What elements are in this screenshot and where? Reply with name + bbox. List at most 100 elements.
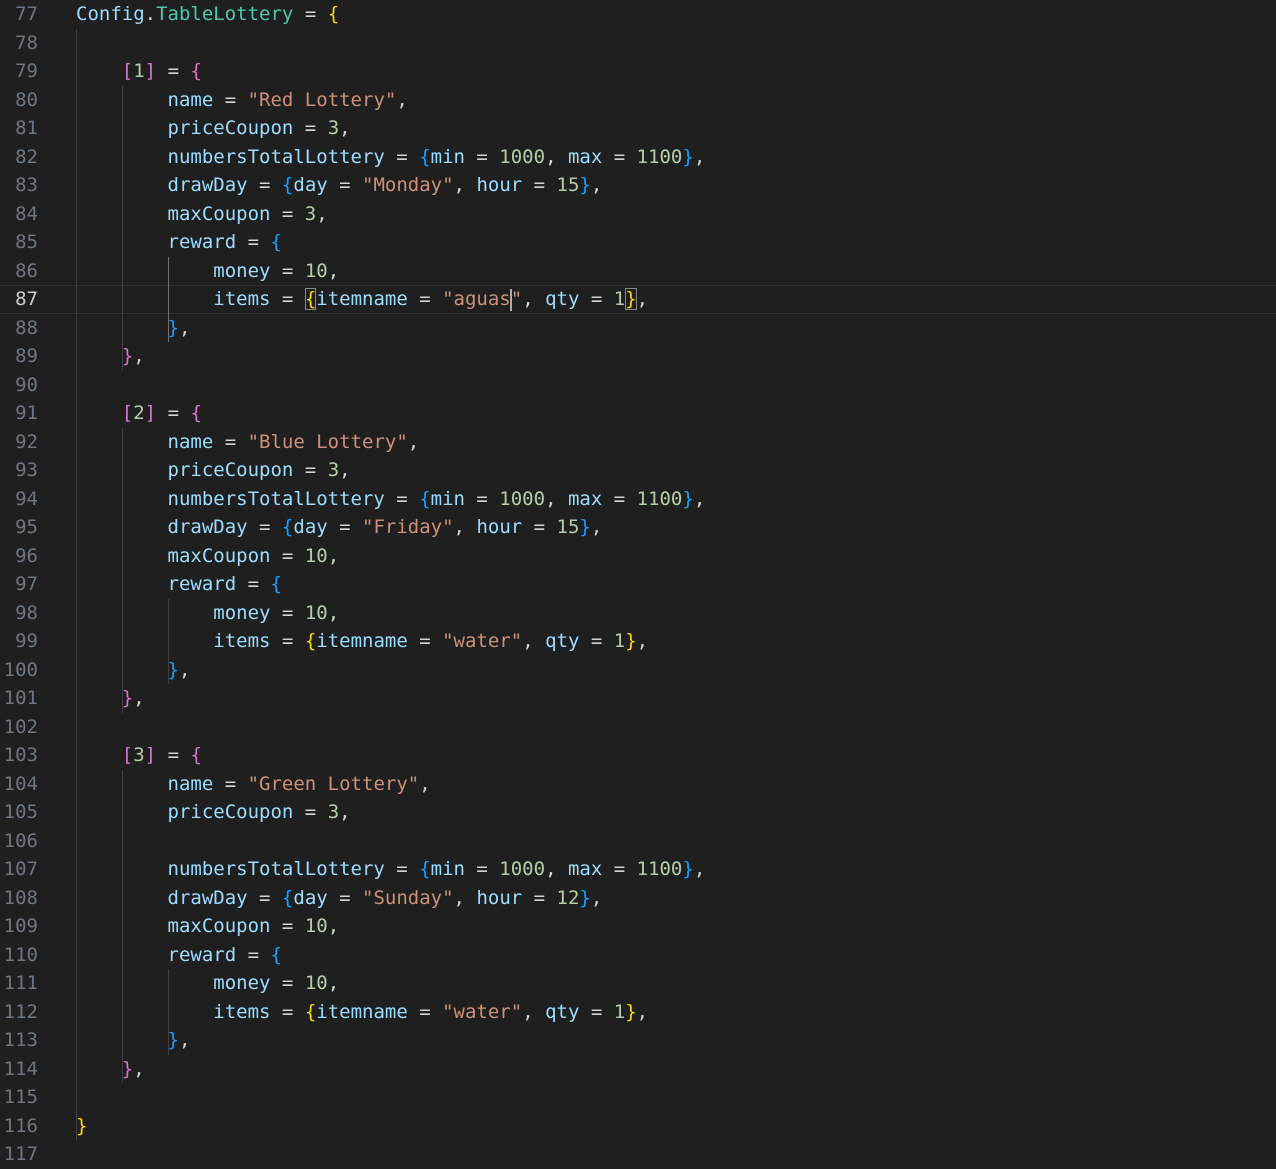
code-punctuation xyxy=(76,1001,213,1023)
code-line-112[interactable]: 112 items = {itemname = "water", qty = 1… xyxy=(0,998,1276,1027)
code-line-102[interactable]: 102 xyxy=(0,713,1276,742)
code-punctuation: , xyxy=(407,430,420,453)
code-punctuation: , xyxy=(178,316,191,339)
code-punctuation: , xyxy=(396,88,408,111)
code-identifier: drawDay xyxy=(167,886,248,909)
code-line-94[interactable]: 94 numbersTotalLottery = {min = 1000, ma… xyxy=(0,485,1276,514)
code-punctuation: , xyxy=(590,516,603,538)
code-line-81[interactable]: 81 priceCoupon = 3, xyxy=(0,114,1276,143)
code-line-96[interactable]: 96 maxCoupon = 10, xyxy=(0,542,1276,571)
code-line-83[interactable]: 83 drawDay = {day = "Monday", hour = 15}… xyxy=(0,171,1276,200)
code-line-91[interactable]: 91 [2] = { xyxy=(0,399,1276,428)
code-punctuation: , xyxy=(327,972,340,994)
code-identifier: money xyxy=(213,601,271,624)
code-operator: = xyxy=(247,516,282,538)
code-text: } xyxy=(76,1112,87,1141)
code-line-80[interactable]: 80 name = "Red Lottery", xyxy=(0,86,1276,115)
line-number: 116 xyxy=(3,1114,38,1137)
code-line-109[interactable]: 109 maxCoupon = 10, xyxy=(0,912,1276,941)
code-bracket: } xyxy=(682,487,694,510)
code-identifier: name xyxy=(167,88,214,111)
code-punctuation: , xyxy=(453,516,477,538)
code-punctuation: , xyxy=(590,886,603,909)
code-line-78[interactable]: 78 xyxy=(0,29,1276,58)
code-line-79[interactable]: 79 [1] = { xyxy=(0,57,1276,86)
code-string: "water" xyxy=(442,630,523,652)
code-bracket: [ xyxy=(121,60,134,82)
code-line-107[interactable]: 107 numbersTotalLottery = {min = 1000, m… xyxy=(0,855,1276,884)
code-line-92[interactable]: 92 name = "Blue Lottery", xyxy=(0,428,1276,457)
line-number: 81 xyxy=(15,117,38,139)
code-bracket: { xyxy=(281,174,294,196)
code-line-98[interactable]: 98 money = 10, xyxy=(0,599,1276,628)
code-line-99[interactable]: 99 items = {itemname = "water", qty = 1}… xyxy=(0,627,1276,656)
code-bracket: } xyxy=(167,1029,179,1051)
indent-guide xyxy=(168,598,169,684)
line-number: 109 xyxy=(3,915,38,937)
code-line-87[interactable]: 87 items = {itemname = "aguas", qty = 1}… xyxy=(0,285,1276,314)
code-text: maxCoupon = 10, xyxy=(76,912,340,941)
code-text: drawDay = {day = "Friday", hour = 15}, xyxy=(76,513,603,542)
code-number: 3 xyxy=(304,202,317,225)
code-bracket: } xyxy=(579,516,591,538)
code-punctuation: , xyxy=(453,174,477,196)
code-identifier: hour xyxy=(476,886,523,909)
code-line-111[interactable]: 111 money = 10, xyxy=(0,969,1276,998)
code-line-115[interactable]: 115 xyxy=(0,1083,1276,1112)
code-line-101[interactable]: 101 }, xyxy=(0,684,1276,713)
code-line-93[interactable]: 93 priceCoupon = 3, xyxy=(0,456,1276,485)
code-text: maxCoupon = 10, xyxy=(76,542,340,571)
line-number: 114 xyxy=(3,1057,38,1080)
code-punctuation: , xyxy=(327,259,340,282)
code-line-108[interactable]: 108 drawDay = {day = "Sunday", hour = 12… xyxy=(0,884,1276,913)
code-operator: = xyxy=(247,174,282,196)
code-bracket: [ xyxy=(121,744,134,766)
code-operator: = xyxy=(579,288,614,310)
code-identifier: max xyxy=(567,858,603,880)
code-number: 10 xyxy=(304,601,328,624)
code-line-86[interactable]: 86 money = 10, xyxy=(0,257,1276,286)
code-string: "Monday" xyxy=(362,174,454,196)
code-line-104[interactable]: 104 name = "Green Lottery", xyxy=(0,770,1276,799)
code-string: "Sunday" xyxy=(362,886,454,909)
code-line-105[interactable]: 105 priceCoupon = 3, xyxy=(0,798,1276,827)
code-line-110[interactable]: 110 reward = { xyxy=(0,941,1276,970)
code-punctuation: , xyxy=(636,1000,649,1023)
code-line-97[interactable]: 97 reward = { xyxy=(0,570,1276,599)
code-line-85[interactable]: 85 reward = { xyxy=(0,228,1276,257)
code-line-117[interactable]: 117 xyxy=(0,1140,1276,1169)
code-line-89[interactable]: 89 }, xyxy=(0,342,1276,371)
code-line-90[interactable]: 90 xyxy=(0,371,1276,400)
code-identifier: qty xyxy=(545,1000,580,1023)
code-line-114[interactable]: 114 }, xyxy=(0,1055,1276,1084)
code-identifier: items xyxy=(213,288,271,310)
code-identifier: Config xyxy=(76,3,145,25)
code-line-77[interactable]: 77 Config.TableLottery = { xyxy=(0,0,1276,29)
code-line-84[interactable]: 84 maxCoupon = 3, xyxy=(0,200,1276,229)
code-line-100[interactable]: 100 }, xyxy=(0,656,1276,685)
code-line-116[interactable]: 116} xyxy=(0,1112,1276,1141)
code-number: 1 xyxy=(613,630,626,652)
code-operator: = xyxy=(464,858,500,880)
code-string: "Friday" xyxy=(362,516,454,538)
code-line-106[interactable]: 106 xyxy=(0,827,1276,856)
code-editor[interactable]: 7677Config.TableLottery = {7879 [1] = {8… xyxy=(0,0,1276,1169)
code-operator: = xyxy=(270,202,305,225)
code-line-88[interactable]: 88 }, xyxy=(0,314,1276,343)
code-line-82[interactable]: 82 numbersTotalLottery = {min = 1000, ma… xyxy=(0,143,1276,172)
code-identifier: max xyxy=(567,487,603,510)
code-punctuation: , xyxy=(693,487,706,510)
code-line-95[interactable]: 95 drawDay = {day = "Friday", hour = 15}… xyxy=(0,513,1276,542)
code-identifier: numbersTotalLottery xyxy=(167,487,385,510)
code-string: "Blue Lottery" xyxy=(247,430,408,453)
code-punctuation: , xyxy=(327,544,340,567)
line-number: 112 xyxy=(3,1000,38,1023)
code-line-113[interactable]: 113 }, xyxy=(0,1026,1276,1055)
code-text: [3] = { xyxy=(76,741,202,770)
code-punctuation: , xyxy=(636,288,649,310)
code-text: numbersTotalLottery = {min = 1000, max =… xyxy=(76,143,706,172)
code-operator: = xyxy=(293,801,328,823)
line-number: 117 xyxy=(3,1143,38,1165)
code-line-103[interactable]: 103 [3] = { xyxy=(0,741,1276,770)
line-number: 105 xyxy=(3,801,38,823)
